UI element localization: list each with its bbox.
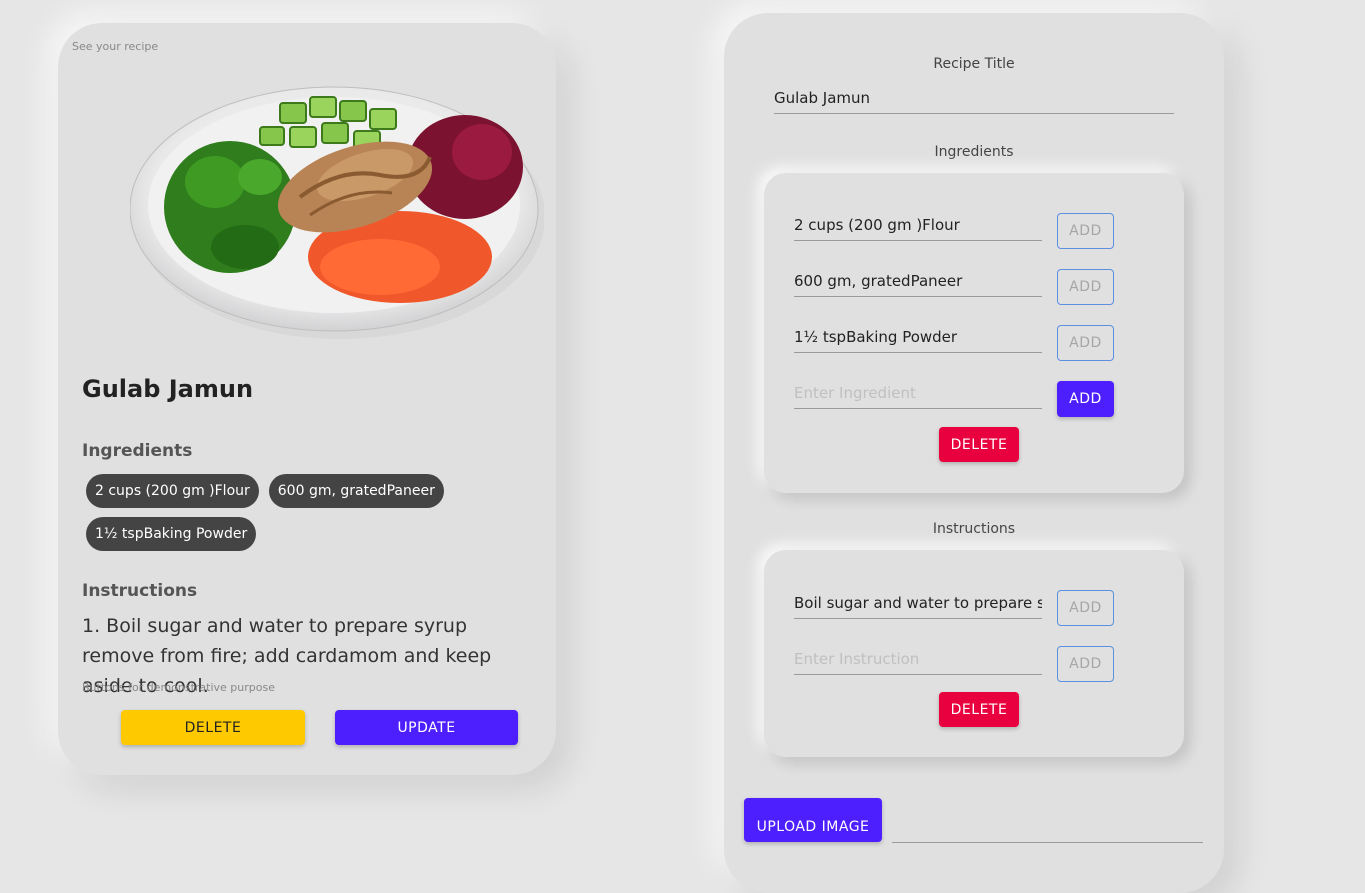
ingredient-input[interactable]	[794, 216, 1042, 241]
upload-filename-line	[892, 842, 1203, 843]
recipe-title-input[interactable]	[774, 89, 1174, 114]
recipe-preview-card: See your recipe Gulab Jamun Ingredients …	[58, 23, 556, 775]
instructions-panel: ADD ADD DELETE	[764, 550, 1184, 757]
recipe-title-label: Recipe Title	[933, 56, 1015, 72]
ingredient-chips: 2 cups (200 gm )Flour 600 gm, gratedPane…	[86, 474, 526, 551]
ingredient-chip: 600 gm, gratedPaneer	[268, 474, 444, 508]
ingredient-input[interactable]	[794, 328, 1042, 353]
add-ingredient-button-active[interactable]: ADD	[1057, 381, 1114, 417]
ingredient-chip: 2 cups (200 gm )Flour	[86, 474, 259, 508]
delete-instruction-button[interactable]: DELETE	[939, 692, 1019, 727]
instructions-label: Instructions	[932, 521, 1016, 537]
instructions-heading: Instructions	[82, 581, 198, 601]
buttons-caption: Buttons for demonstrative purpose	[82, 681, 275, 694]
upload-image-button[interactable]: UPLOAD IMAGE	[744, 798, 882, 842]
salad-bowl-image	[130, 86, 544, 339]
update-recipe-button[interactable]: UPDATE	[335, 710, 518, 745]
add-instruction-button[interactable]: ADD	[1057, 590, 1114, 626]
add-ingredient-button[interactable]: ADD	[1057, 325, 1114, 361]
recipe-title: Gulab Jamun	[82, 375, 254, 403]
ingredient-chip: 1½ tspBaking Powder	[86, 517, 257, 551]
delete-recipe-button[interactable]: DELETE	[121, 710, 305, 745]
preview-caption: See your recipe	[72, 40, 159, 53]
new-instruction-input[interactable]	[794, 650, 1042, 675]
ingredients-heading: Ingredients	[82, 441, 193, 461]
ingredients-panel: ADD ADD ADD ADD DELETE	[764, 173, 1184, 493]
delete-ingredient-button[interactable]: DELETE	[939, 427, 1019, 462]
add-ingredient-button[interactable]: ADD	[1057, 213, 1114, 249]
add-ingredient-button[interactable]: ADD	[1057, 269, 1114, 305]
instruction-input[interactable]	[794, 594, 1042, 619]
ingredient-input[interactable]	[794, 272, 1042, 297]
add-instruction-button[interactable]: ADD	[1057, 646, 1114, 682]
new-ingredient-input[interactable]	[794, 384, 1042, 409]
ingredients-label: Ingredients	[934, 144, 1014, 160]
recipe-form-card: Recipe Title Ingredients ADD ADD ADD ADD…	[724, 13, 1224, 893]
